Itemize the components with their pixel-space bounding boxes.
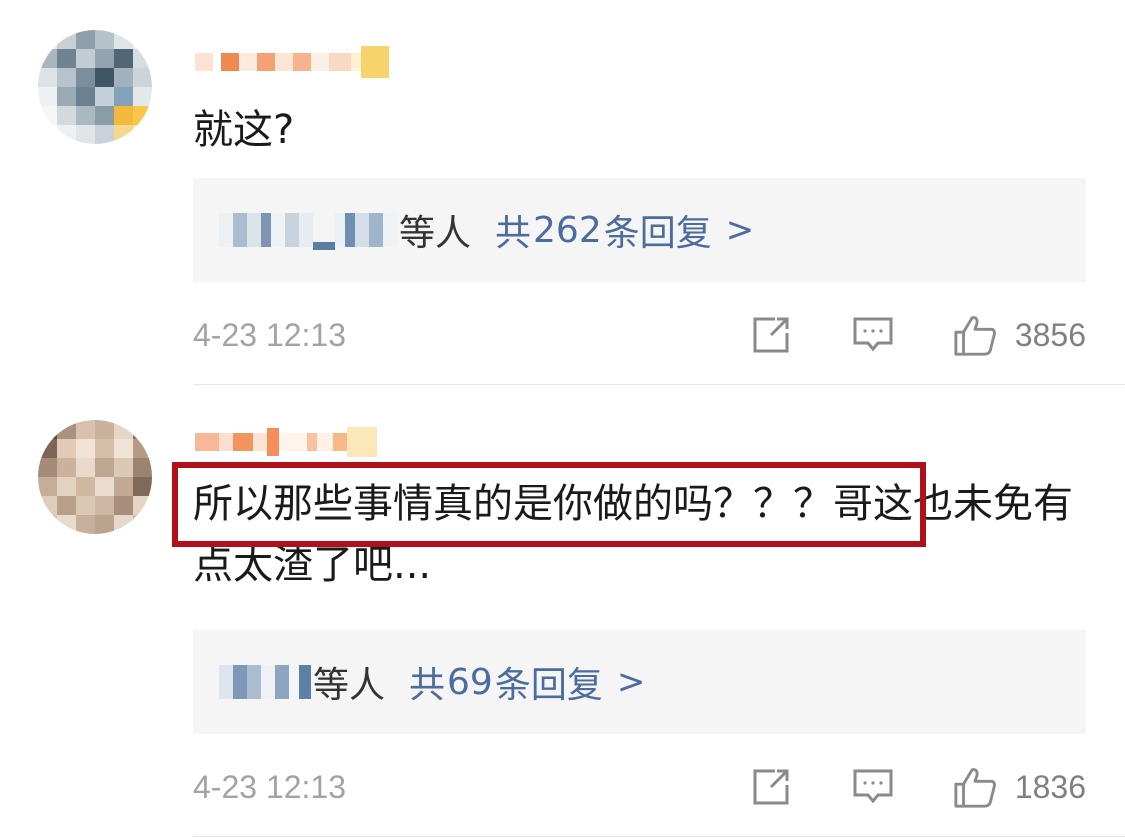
reply-count: 69: [447, 661, 493, 703]
reply-users-suffix: 等人: [313, 665, 386, 706]
reply-users-obscured: [219, 662, 311, 702]
reply-count-prefix: 共: [409, 665, 446, 706]
comment-2: 所以那些事情真的是你做的吗？？？哥这也未免有点太渣了吧... 等人 共 69 条…: [0, 0, 1125, 838]
comment-actions: 1836: [749, 762, 1086, 812]
vip-badge-icon: [347, 427, 377, 457]
like-icon[interactable]: [953, 765, 997, 809]
view-replies-link[interactable]: 共 69 条回复 >: [409, 656, 645, 708]
timestamp: 4-23 12:13: [193, 768, 347, 805]
comment-icon[interactable]: [851, 765, 895, 809]
share-icon[interactable]: [749, 765, 793, 809]
reply-preview[interactable]: 等人 共 69 条回复 >: [193, 630, 1086, 734]
highlight-annotation-box: [172, 462, 926, 547]
divider: [193, 836, 1125, 837]
avatar[interactable]: [38, 420, 152, 534]
like-count: 1836: [1014, 768, 1086, 805]
comment-meta: 4-23 12:13: [193, 762, 1086, 812]
reply-count-unit: 条回复: [494, 665, 603, 706]
username-obscured[interactable]: [195, 422, 377, 462]
chevron-right-icon: >: [616, 662, 646, 702]
